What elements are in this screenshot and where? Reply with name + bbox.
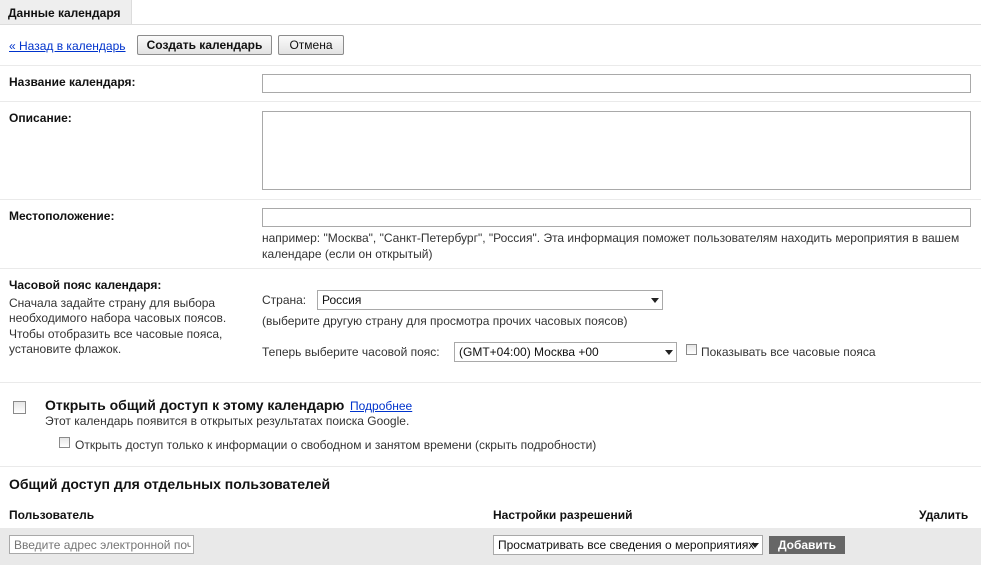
timezone-select-value: (GMT+04:00) Москва +00 [459, 345, 599, 359]
timezone-desc-line4: установите флажок. [9, 342, 122, 356]
location-hint-line2: календаре (если он открытый) [262, 247, 433, 261]
public-share-title: Открыть общий доступ к этому календарю [45, 397, 345, 413]
header-divider [0, 24, 981, 25]
chevron-down-icon [665, 350, 673, 355]
email-input[interactable] [9, 535, 194, 554]
column-header-permissions: Настройки разрешений [493, 508, 633, 522]
timezone-select-label: Теперь выберите часовой пояс: [262, 345, 440, 359]
calendar-name-label: Название календаря: [9, 75, 136, 89]
divider [0, 382, 981, 383]
chevron-down-icon [651, 298, 659, 303]
add-user-button[interactable]: Добавить [769, 536, 845, 554]
calendar-name-input[interactable] [262, 74, 971, 93]
description-textarea[interactable] [262, 111, 971, 190]
page-tab-title: Данные календаря [0, 0, 132, 24]
show-all-timezones-checkbox[interactable] [686, 344, 697, 355]
column-header-user: Пользователь [9, 508, 95, 522]
divider [0, 466, 981, 467]
country-select[interactable]: Россия [317, 290, 663, 310]
back-to-calendar-link[interactable]: « Назад в календарь [9, 39, 126, 53]
divider [0, 268, 981, 269]
timezone-select[interactable]: (GMT+04:00) Москва +00 [454, 342, 677, 362]
cancel-button[interactable]: Отмена [278, 35, 344, 55]
divider [0, 101, 981, 102]
country-hint: (выберите другую страну для просмотра пр… [262, 314, 628, 328]
location-label: Местоположение: [9, 209, 115, 223]
public-share-note: Этот календарь появится в открытых резул… [45, 414, 410, 428]
permission-select-value: Просматривать все сведения о мероприятия… [498, 538, 755, 552]
divider [0, 65, 981, 66]
timezone-desc-line2: необходимого набора часовых поясов. [9, 311, 227, 325]
country-select-value: Россия [322, 293, 362, 307]
show-all-timezones-label: Показывать все часовые пояса [701, 345, 876, 359]
freebusy-only-checkbox[interactable] [59, 437, 70, 448]
location-input[interactable] [262, 208, 971, 227]
create-calendar-button[interactable]: Создать календарь [137, 35, 272, 55]
timezone-desc-line1: Сначала задайте страну для выбора [9, 296, 216, 310]
public-share-checkbox[interactable] [13, 401, 26, 414]
timezone-desc-line3: Чтобы отобразить все часовые пояса, [9, 327, 223, 341]
chevron-down-icon [751, 543, 759, 548]
learn-more-link[interactable]: Подробнее [350, 399, 412, 413]
timezone-label: Часовой пояс календаря: [9, 278, 162, 292]
country-label: Страна: [262, 293, 307, 307]
individual-share-title: Общий доступ для отдельных пользователей [9, 476, 331, 492]
divider [0, 199, 981, 200]
location-hint-line1: например: "Москва", "Санкт-Петербург", "… [262, 231, 960, 245]
column-header-delete: Удалить [919, 508, 969, 522]
description-label: Описание: [9, 111, 72, 125]
permission-select[interactable]: Просматривать все сведения о мероприятия… [493, 535, 763, 555]
freebusy-only-label: Открыть доступ только к информации о сво… [75, 438, 597, 452]
